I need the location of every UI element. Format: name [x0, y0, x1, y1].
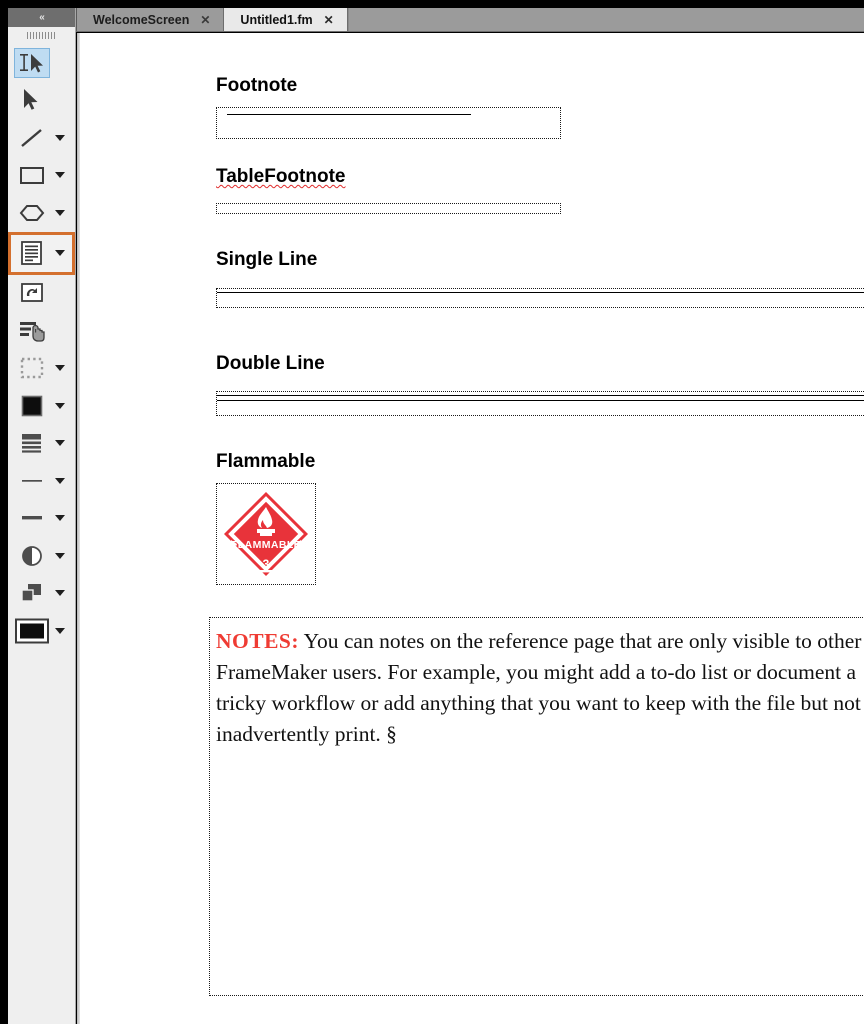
- chevron-down-icon[interactable]: [55, 515, 65, 521]
- heading-single-line: Single Line: [216, 249, 317, 271]
- rectangle-icon: [14, 160, 50, 190]
- panel-grip[interactable]: [8, 27, 75, 43]
- frame-notes[interactable]: NOTES: You can notes on the reference pa…: [209, 617, 864, 996]
- filled-square-icon: [14, 391, 50, 421]
- flammable-placard-icon: FLAMMABLE 3: [217, 484, 315, 584]
- striped-fill-icon: [14, 428, 50, 458]
- close-icon[interactable]: ✕: [198, 13, 212, 27]
- tool-smart-select[interactable]: [8, 44, 75, 82]
- close-icon[interactable]: ✕: [322, 13, 336, 27]
- tool-text-flow[interactable]: [8, 312, 75, 350]
- frame-tablefootnote[interactable]: [216, 203, 561, 214]
- single-line-rule: [217, 292, 864, 293]
- anchored-graphic-icon: [14, 278, 50, 308]
- chevron-down-icon[interactable]: [55, 135, 65, 141]
- chevron-down-icon[interactable]: [55, 590, 65, 596]
- text-flow-hand-icon: [14, 316, 50, 346]
- grip-lines-icon: [27, 32, 57, 39]
- black-color-swatch-icon: [14, 616, 50, 646]
- half-filled-circle-icon: [14, 541, 50, 571]
- chevron-down-icon[interactable]: [55, 628, 65, 634]
- chevron-down-icon[interactable]: [55, 553, 65, 559]
- tool-dashed-select[interactable]: [8, 350, 75, 388]
- notes-paragraph: NOTES: You can notes on the reference pa…: [216, 626, 864, 750]
- tool-fill-color[interactable]: [8, 387, 75, 425]
- collapse-chevron-icon: «: [39, 12, 44, 23]
- notes-body: You can notes on the reference page that…: [216, 629, 861, 746]
- document-canvas[interactable]: Footnote TableFootnote Single Line Doubl…: [77, 33, 864, 1024]
- chevron-down-icon[interactable]: [55, 440, 65, 446]
- tool-object-select[interactable]: [8, 82, 75, 120]
- tool-line-style[interactable]: [8, 537, 75, 575]
- chevron-down-icon[interactable]: [55, 210, 65, 216]
- placard-class-number: 3: [263, 557, 270, 571]
- text-frame-icon: [14, 238, 50, 268]
- tab-bar-empty-area: [348, 8, 864, 31]
- dashed-marquee-icon: [14, 353, 50, 383]
- tab-welcomescreen[interactable]: WelcomeScreen ✕: [77, 8, 224, 31]
- footnote-separator-rule: [227, 114, 471, 115]
- section-tablefootnote: TableFootnote: [216, 166, 345, 188]
- document-tab-bar: WelcomeScreen ✕ Untitled1.fm ✕: [8, 8, 864, 32]
- tab-label: WelcomeScreen: [93, 13, 189, 27]
- chevron-down-icon[interactable]: [55, 365, 65, 371]
- frame-footnote[interactable]: [216, 107, 561, 139]
- tool-text-frame[interactable]: [8, 232, 75, 275]
- heading-double-line: Double Line: [216, 353, 325, 375]
- frame-flammable-graphic[interactable]: FLAMMABLE 3: [216, 483, 316, 585]
- double-line-rule-bottom: [217, 400, 864, 401]
- tool-arrange-objects[interactable]: [8, 575, 75, 613]
- chevron-down-icon[interactable]: [55, 172, 65, 178]
- heading-footnote: Footnote: [216, 75, 297, 97]
- tool-color-swatch[interactable]: [8, 612, 75, 650]
- section-double-line: Double Line: [216, 353, 325, 375]
- tool-fill-pattern[interactable]: [8, 425, 75, 463]
- thin-line-icon: [14, 466, 50, 496]
- arrow-pointer-icon: [14, 85, 50, 115]
- section-single-line: Single Line: [216, 249, 317, 271]
- thick-line-icon: [14, 503, 50, 533]
- line-icon: [14, 123, 50, 153]
- canvas-left-edge: [77, 33, 80, 1024]
- hexagon-icon: [14, 198, 50, 228]
- tool-line-width-thin[interactable]: [8, 462, 75, 500]
- heading-tablefootnote: TableFootnote: [216, 166, 345, 188]
- tool-line-width-thick[interactable]: [8, 500, 75, 538]
- section-footnote: Footnote: [216, 75, 297, 97]
- tools-panel: «: [8, 8, 76, 1024]
- placard-label: FLAMMABLE: [231, 539, 301, 551]
- tab-label: Untitled1.fm: [240, 13, 312, 27]
- section-flammable: Flammable: [216, 451, 315, 473]
- tool-list: [8, 43, 75, 650]
- double-line-rule-top: [217, 395, 864, 396]
- tool-graphic-frame[interactable]: [8, 275, 75, 313]
- tool-rectangle[interactable]: [8, 157, 75, 195]
- panel-collapse-button[interactable]: «: [8, 8, 75, 27]
- heading-flammable: Flammable: [216, 451, 315, 473]
- text-and-object-select-icon: [14, 48, 50, 78]
- application-window: WelcomeScreen ✕ Untitled1.fm ✕ «: [0, 0, 864, 1024]
- chevron-down-icon[interactable]: [55, 250, 65, 256]
- overlapping-squares-icon: [14, 578, 50, 608]
- tool-line[interactable]: [8, 119, 75, 157]
- chevron-down-icon[interactable]: [55, 478, 65, 484]
- notes-label: NOTES:: [216, 629, 299, 653]
- tool-polygon[interactable]: [8, 194, 75, 232]
- chevron-down-icon[interactable]: [55, 403, 65, 409]
- frame-double-line[interactable]: [216, 391, 864, 416]
- frame-single-line[interactable]: [216, 288, 864, 308]
- tab-untitled1-fm[interactable]: Untitled1.fm ✕: [224, 8, 347, 31]
